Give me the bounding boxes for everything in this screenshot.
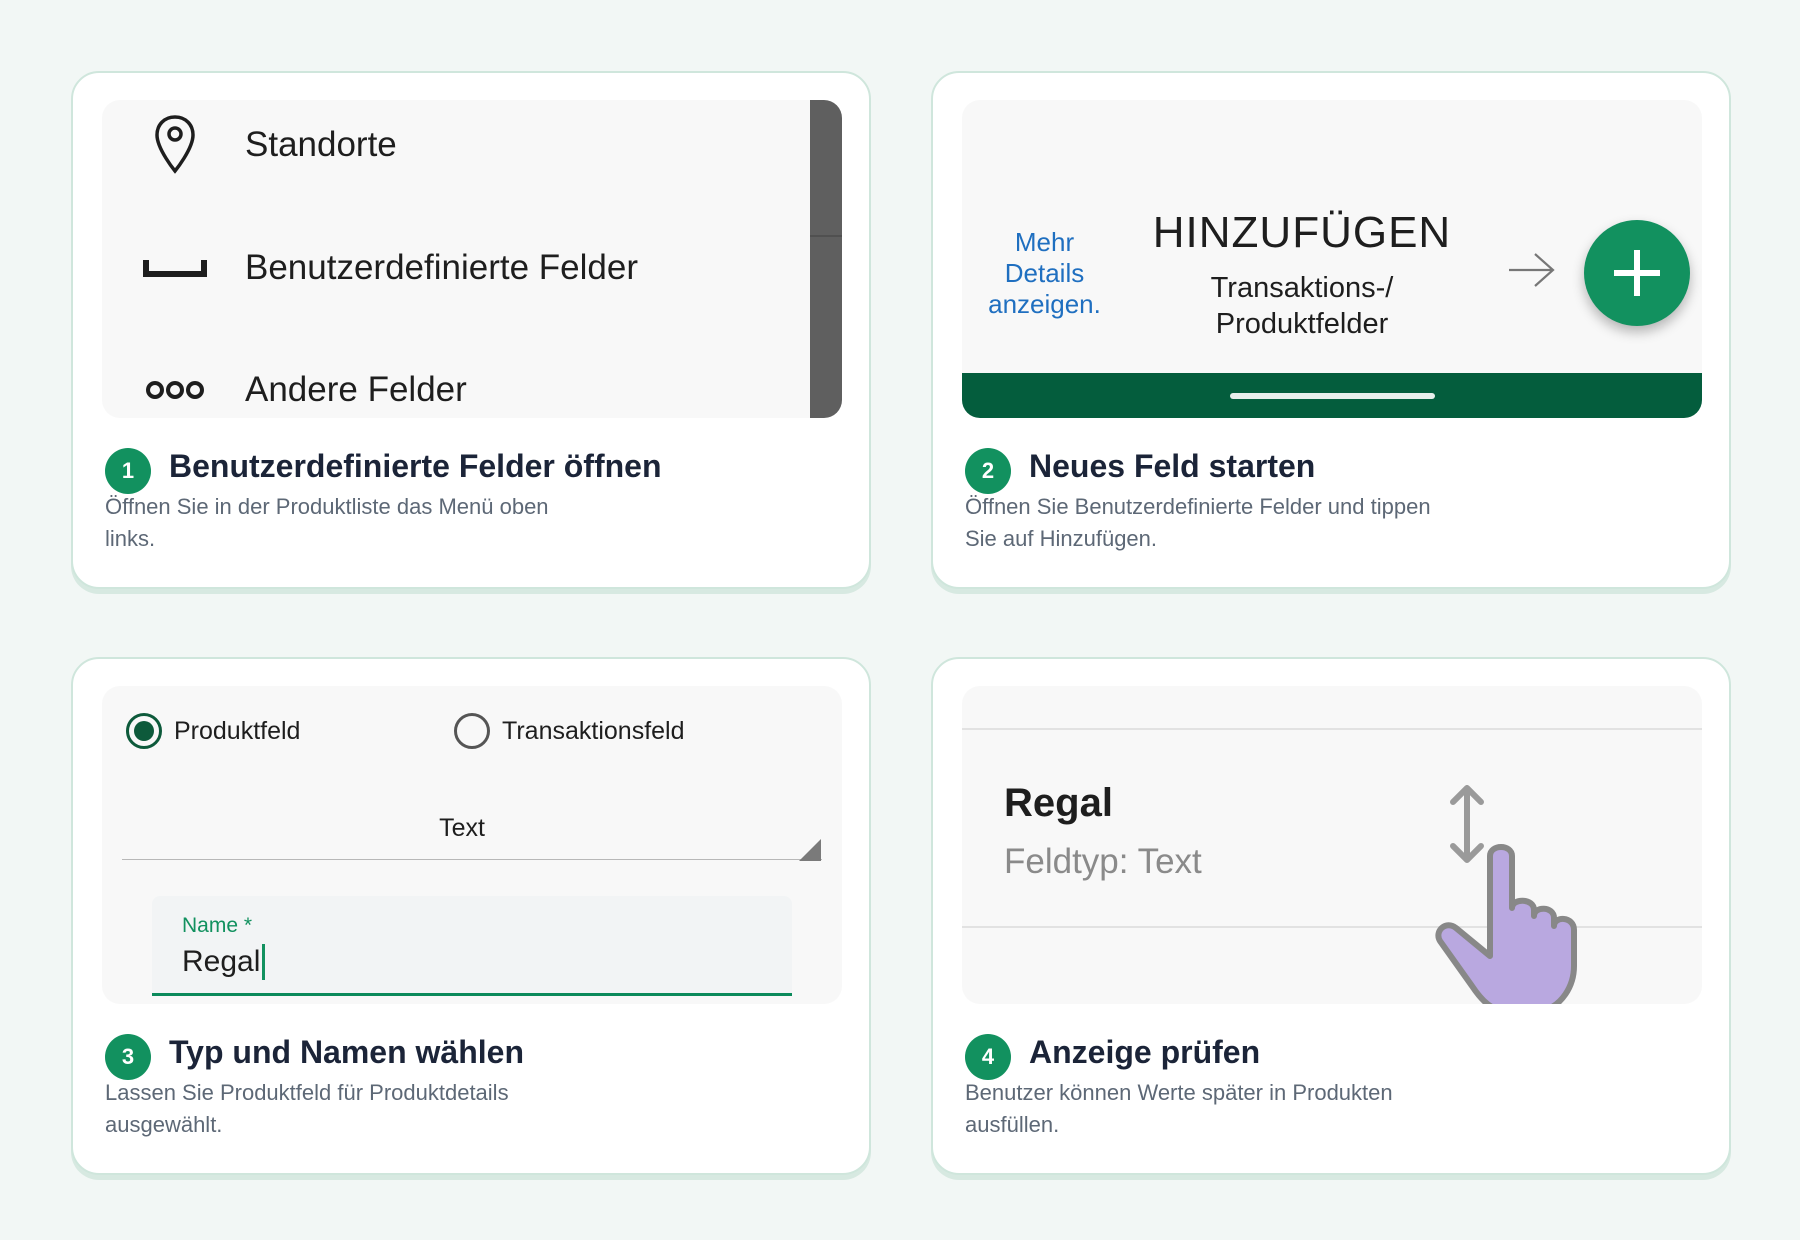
text-cursor — [262, 944, 266, 980]
step-description: Öffnen Sie in der Produktliste das Menü … — [105, 494, 549, 551]
step-number-badge: 1 — [105, 448, 151, 494]
plus-icon — [1614, 250, 1660, 296]
step-heading: 1 Benutzerdefinierte Felder öffnen — [105, 438, 662, 494]
add-subtitle: Transaktions-/ Produktfelder — [1210, 272, 1394, 340]
pointing-hand-icon — [1432, 836, 1582, 1004]
step-heading: 2 Neues Feld starten — [965, 438, 1315, 494]
scrollbar-divider — [810, 235, 842, 237]
location-pin-icon — [140, 113, 210, 177]
name-input-label: Name * — [182, 914, 253, 937]
step-card-1: Standorte Benutzerdefinierte Felder Ande… — [71, 71, 871, 589]
scrollbar[interactable] — [810, 100, 842, 418]
field-type-select[interactable]: Text — [102, 814, 822, 843]
step-title: Typ und Namen wählen — [169, 1033, 524, 1070]
radio-selected-icon — [126, 713, 162, 749]
step-card-4: Regal Feldtyp: Text 4 Anzeige prüfen Ben… — [931, 657, 1731, 1175]
step-title: Benutzerdefinierte Felder öffnen — [169, 447, 662, 484]
select-underline — [122, 859, 822, 860]
other-fields-icon — [140, 378, 210, 402]
step-description: Benutzer können Werte später in Produkte… — [965, 1080, 1393, 1137]
menu-preview-panel: Standorte Benutzerdefinierte Felder Ande… — [102, 100, 842, 418]
step-title: Neues Feld starten — [1029, 447, 1316, 484]
step-heading: 3 Typ und Namen wählen — [105, 1024, 524, 1080]
step-number-badge: 3 — [105, 1034, 151, 1080]
arrow-right-icon — [1507, 250, 1557, 295]
more-details-link[interactable]: Mehr Details anzeigen. — [982, 227, 1107, 320]
bottom-navigation-bar — [962, 373, 1702, 418]
step-heading: 4 Anzeige prüfen — [965, 1024, 1260, 1080]
home-indicator — [1230, 393, 1435, 399]
step-description: Lassen Sie Produktfeld für Produktdetail… — [105, 1080, 509, 1137]
step-number-badge: 4 — [965, 1034, 1011, 1080]
divider — [962, 926, 1702, 928]
step-title: Anzeige prüfen — [1029, 1033, 1261, 1070]
custom-field-type: Feldtyp: Text — [1004, 842, 1202, 881]
name-input-value: Regal — [182, 944, 266, 980]
radio-unselected-icon — [454, 713, 490, 749]
custom-field-name[interactable]: Regal — [1004, 781, 1113, 826]
dropdown-caret-icon[interactable] — [799, 839, 821, 866]
custom-fields-icon — [140, 256, 210, 280]
radio-transaktionsfeld[interactable]: Transaktionsfeld — [454, 713, 685, 749]
step-description: Öffnen Sie Benutzerdefinierte Felder und… — [965, 494, 1431, 551]
divider — [962, 728, 1702, 730]
list-preview-panel: Regal Feldtyp: Text — [962, 686, 1702, 1004]
form-preview-panel: Produktfeld Transaktionsfeld Text Name *… — [102, 686, 842, 1004]
step-card-3: Produktfeld Transaktionsfeld Text Name *… — [71, 657, 871, 1175]
step-number-badge: 2 — [965, 448, 1011, 494]
add-preview-panel: Mehr Details anzeigen. HINZUFÜGEN Transa… — [962, 100, 1702, 418]
radio-produktfeld[interactable]: Produktfeld — [126, 713, 300, 749]
step-card-2: Mehr Details anzeigen. HINZUFÜGEN Transa… — [931, 71, 1731, 589]
add-title: HINZUFÜGEN — [1152, 208, 1452, 257]
name-input[interactable]: Name * Regal — [152, 896, 792, 996]
add-fab-button[interactable] — [1584, 220, 1690, 326]
